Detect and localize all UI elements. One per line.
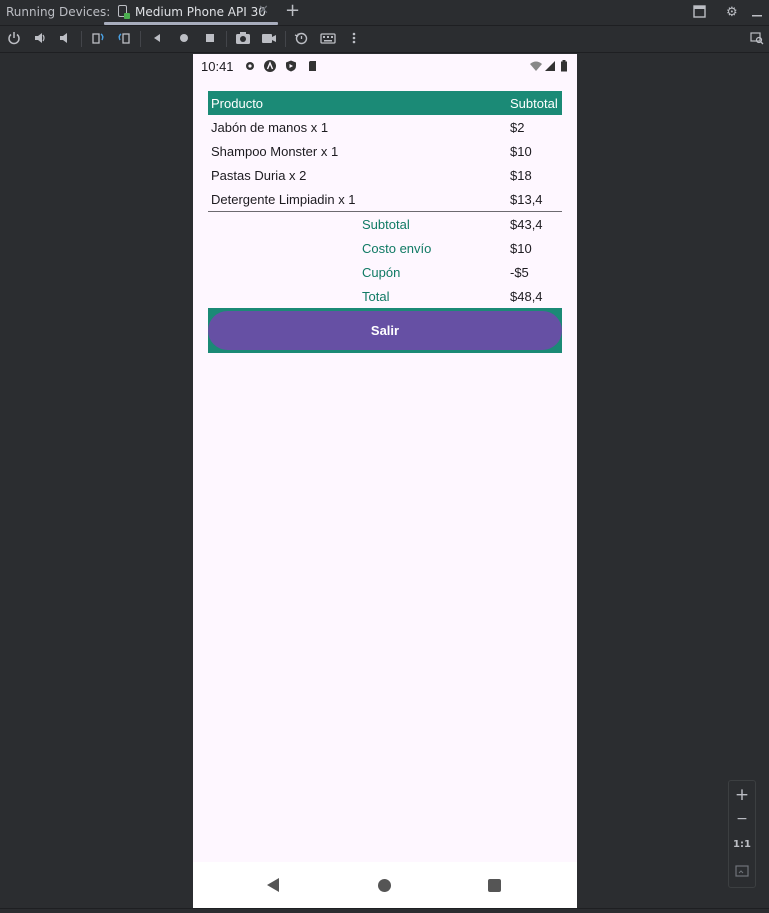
zoom-actual-size-button[interactable]: 1:1 [729, 839, 755, 850]
rotate-left-icon[interactable] [90, 31, 106, 47]
android-a-icon [264, 59, 276, 72]
zoom-controls: + − 1:1 [728, 780, 756, 888]
battery-icon [560, 59, 572, 72]
header-subtotal: Subtotal [510, 96, 558, 111]
power-icon[interactable] [6, 31, 22, 47]
row-product: Shampoo Monster x 1 [211, 144, 339, 159]
exit-button[interactable]: Salir [208, 311, 562, 350]
summary-label: Cupón [362, 265, 401, 280]
summary-row: Costo envío $10 [208, 236, 562, 260]
cart-table: Producto Subtotal Jabón de manos x 1 $2 … [208, 91, 562, 353]
table-header: Producto Subtotal [208, 91, 562, 115]
nav-recents-icon[interactable] [488, 879, 501, 892]
summary-row: Subtotal $43,4 [208, 212, 562, 236]
table-row: Pastas Duria x 2 $18 [208, 163, 562, 187]
volume-up-icon[interactable] [32, 31, 48, 47]
panel-title: Running Devices: [6, 5, 111, 19]
toolbar-separator [140, 31, 141, 47]
table-row: Jabón de manos x 1 $2 [208, 115, 562, 139]
keyboard-icon[interactable] [320, 31, 336, 47]
table-row: Detergente Limpiadin x 1 $13,4 [208, 187, 562, 211]
snapshot-restore-icon[interactable] [293, 31, 309, 47]
summary-label: Total [362, 289, 390, 304]
zoom-in-button[interactable]: + [729, 785, 755, 805]
settings-gear-icon [244, 59, 256, 71]
device-tab-label: Medium Phone API 30 [135, 5, 266, 19]
zoom-out-button[interactable]: − [729, 811, 755, 827]
overview-icon[interactable] [202, 31, 218, 47]
active-tab-indicator [104, 22, 278, 25]
fit-screen-icon[interactable] [729, 865, 755, 881]
volume-down-icon[interactable] [57, 31, 73, 47]
inspect-layout-icon[interactable] [749, 31, 765, 47]
settings-gear-icon[interactable]: ⚙ [726, 5, 738, 20]
summary-value: -$5 [510, 265, 529, 280]
row-subtotal: $13,4 [510, 192, 543, 207]
sd-card-icon [307, 59, 319, 71]
android-nav-bar [193, 862, 577, 908]
shield-play-icon [285, 59, 297, 72]
header-product: Producto [211, 96, 264, 111]
exit-button-container: Salir [208, 308, 562, 353]
back-icon[interactable] [149, 31, 165, 47]
toolbar-separator [226, 31, 227, 47]
summary-label: Subtotal [362, 217, 410, 232]
row-product: Pastas Duria x 2 [211, 168, 307, 183]
toolbar-separator [81, 31, 82, 47]
row-product: Detergente Limpiadin x 1 [211, 192, 356, 207]
summary-row: Total $48,4 [208, 284, 562, 308]
android-status-bar: 10:41 [193, 54, 577, 78]
signal-icon [544, 59, 556, 71]
device-screen: 10:41 Producto Subtotal Jabón de manos x [193, 54, 577, 908]
summary-value: $48,4 [510, 289, 543, 304]
table-row: Shampoo Monster x 1 $10 [208, 139, 562, 163]
device-toolbar [0, 26, 769, 53]
close-tab-icon[interactable]: ✕ [258, 3, 269, 18]
bottom-border [0, 908, 769, 913]
device-tab[interactable]: Medium Phone API 30 ✕ [104, 0, 278, 25]
nav-back-icon[interactable] [267, 878, 279, 892]
row-subtotal: $2 [510, 120, 525, 135]
nav-home-icon[interactable] [378, 879, 391, 892]
rotate-right-icon[interactable] [116, 31, 132, 47]
wifi-icon [530, 59, 542, 71]
summary-row: Cupón -$5 [208, 260, 562, 284]
status-time: 10:41 [201, 59, 234, 74]
home-icon[interactable] [176, 31, 192, 47]
more-options-icon[interactable] [346, 31, 362, 47]
screen-record-icon[interactable] [261, 31, 277, 47]
hide-panel-icon[interactable] [751, 5, 763, 22]
running-devices-tabbar: Running Devices: Medium Phone API 30 ✕ +… [0, 0, 769, 26]
row-subtotal: $10 [510, 144, 532, 159]
summary-value: $10 [510, 241, 532, 256]
toolbar-separator [285, 31, 286, 47]
device-icon [118, 5, 130, 19]
row-subtotal: $18 [510, 168, 532, 183]
add-device-button[interactable]: + [285, 0, 300, 21]
window-layout-icon[interactable] [693, 5, 706, 22]
screenshot-camera-icon[interactable] [235, 31, 251, 47]
row-product: Jabón de manos x 1 [211, 120, 329, 135]
summary-value: $43,4 [510, 217, 543, 232]
summary-label: Costo envío [362, 241, 432, 256]
